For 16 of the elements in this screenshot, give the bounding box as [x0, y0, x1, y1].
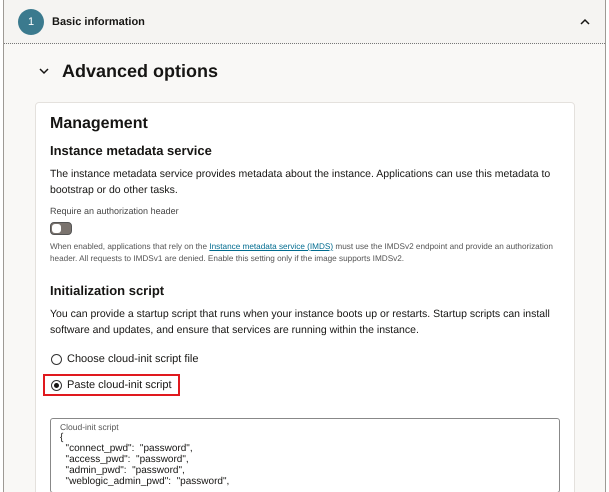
description-text: The instance metadata service provides metadata about the instance. Applications can use this metadata to bootstrap or do other tasks.: [50, 167, 552, 198]
toggle-switch[interactable]: [50, 222, 72, 235]
toggle-label: Require an authorization header: [50, 206, 180, 216]
radio-option[interactable]: Choose cloud-init script file: [43, 348, 206, 370]
subsection-title: Initialization script: [50, 283, 166, 298]
card-title: Management: [50, 115, 149, 133]
script-field[interactable]: Cloud-init script { "connect_pwd": "password", "access_pwd": "password", "admin_pwd": "password", "weblogic_admin_pwd": "password",: [50, 418, 560, 492]
step-number: 1: [18, 8, 44, 34]
imds-link[interactable]: Instance metadata service (IMDS): [209, 242, 334, 251]
help-text: When enabled, applications that rely on the Instance metadata service (IMDS) must use the IMDSv2 endpoint and provide an authorization header. All requests to IMDSv1 are denied. Enable this setting only if the image supports IMDSv2.: [50, 241, 554, 265]
description-text: You can provide a startup script that runs when your instance boots up or restarts. Startup scripts can install software and updates, and ensure that services are running within the instance.: [50, 307, 551, 338]
step-header[interactable]: 1 Basic information: [4, 0, 605, 44]
subsection-title: Instance metadata service: [50, 143, 213, 158]
step-title: Basic information: [52, 16, 146, 28]
radio-option[interactable]: Paste cloud-init script: [43, 374, 180, 396]
section-title: Advanced options: [62, 60, 218, 82]
